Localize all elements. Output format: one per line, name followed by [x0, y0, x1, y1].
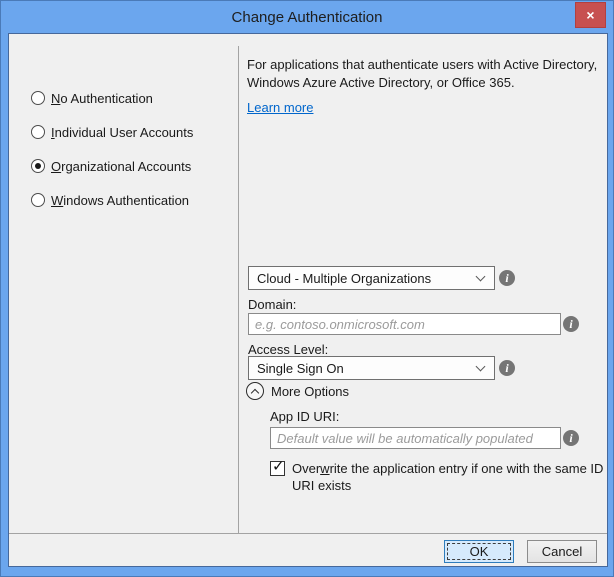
radio-organizational-accounts[interactable]: Organizational Accounts	[31, 158, 191, 174]
radio-label: Windows Authentication	[51, 193, 189, 208]
dialog-body: No Authentication Individual User Accoun…	[8, 33, 608, 567]
radio-no-authentication[interactable]: No Authentication	[31, 90, 153, 106]
radio-icon	[31, 91, 45, 105]
radio-windows-authentication[interactable]: Windows Authentication	[31, 192, 189, 208]
collapse-chevron-up-icon	[246, 382, 264, 400]
chevron-down-icon	[476, 272, 486, 282]
app-id-uri-label: App ID URI:	[270, 409, 339, 424]
radio-label: No Authentication	[51, 91, 153, 106]
vertical-divider	[238, 46, 239, 533]
close-button[interactable]: ×	[575, 2, 606, 28]
window-title: Change Authentication	[232, 9, 383, 26]
overwrite-checkbox-label: Overwrite the application entry if one w…	[292, 460, 603, 494]
learn-more-link[interactable]: Learn more	[247, 100, 313, 115]
overwrite-checkbox-row[interactable]: ✓ Overwrite the application entry if one…	[270, 460, 603, 494]
domain-input[interactable]	[248, 313, 561, 335]
change-authentication-dialog: Change Authentication × No Authenticatio…	[0, 0, 614, 577]
focus-rectangle	[447, 543, 511, 560]
ok-button[interactable]: OK	[444, 540, 514, 563]
radio-label: Individual User Accounts	[51, 125, 193, 140]
access-level-info-icon[interactable]: i	[499, 360, 515, 376]
radio-icon-selected	[31, 159, 45, 173]
close-icon: ×	[586, 7, 594, 23]
app-id-uri-info-icon[interactable]: i	[563, 430, 579, 446]
access-level-select[interactable]: Single Sign On	[248, 356, 495, 380]
domain-label: Domain:	[248, 297, 296, 312]
titlebar: Change Authentication	[1, 1, 613, 33]
app-id-uri-input[interactable]	[270, 427, 561, 449]
radio-icon	[31, 193, 45, 207]
chevron-down-icon	[476, 362, 486, 372]
cancel-button[interactable]: Cancel	[527, 540, 597, 563]
description-text: For applications that authenticate users…	[247, 56, 597, 92]
radio-individual-user-accounts[interactable]: Individual User Accounts	[31, 124, 193, 140]
organization-type-select[interactable]: Cloud - Multiple Organizations	[248, 266, 495, 290]
access-level-label: Access Level:	[248, 342, 328, 357]
domain-info-icon[interactable]: i	[563, 316, 579, 332]
checkbox-checked-icon: ✓	[270, 461, 285, 476]
radio-label: Organizational Accounts	[51, 159, 191, 174]
organization-type-info-icon[interactable]: i	[499, 270, 515, 286]
radio-icon	[31, 125, 45, 139]
more-options-toggle[interactable]: More Options	[246, 382, 349, 400]
footer-divider	[9, 533, 607, 534]
more-options-label: More Options	[271, 384, 349, 399]
